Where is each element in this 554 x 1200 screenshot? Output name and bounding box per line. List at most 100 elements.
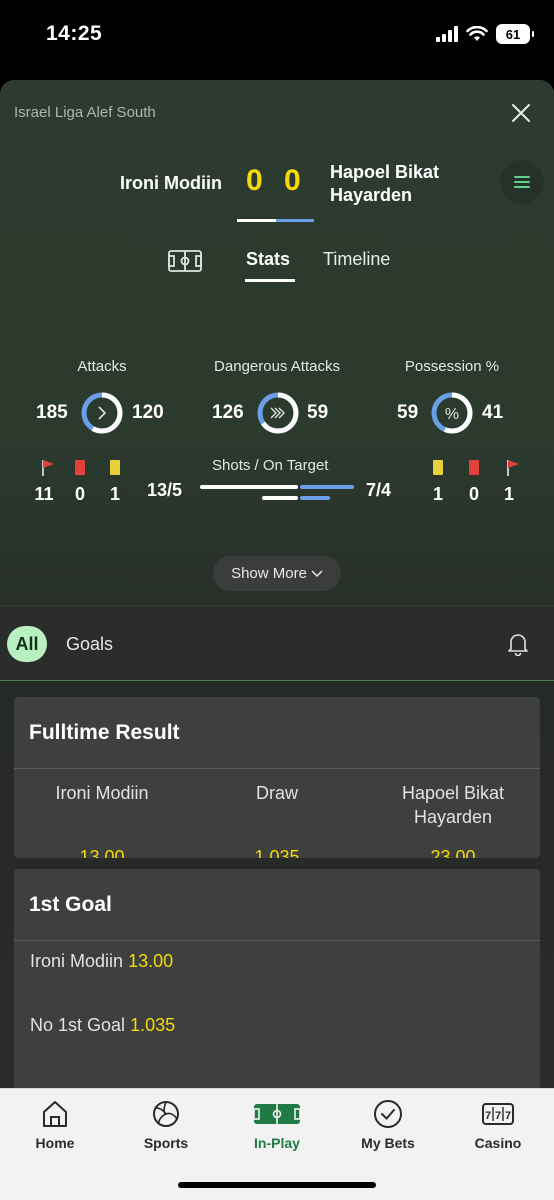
signal-icon bbox=[436, 26, 458, 42]
dangerous-attacks-ring bbox=[257, 392, 299, 434]
corner-flag-icon bbox=[42, 460, 54, 476]
away-yellow-cards: 1 bbox=[432, 484, 443, 504]
pitch-icon[interactable] bbox=[168, 250, 202, 272]
show-more-button[interactable]: Show More bbox=[213, 556, 341, 591]
market-first-goal: 1st Goal Ironi Modiin 13.00 No 1st Goal … bbox=[14, 869, 540, 1088]
nav-casino[interactable]: 7 7 7 Casino bbox=[443, 1099, 553, 1151]
possession-home: 59 bbox=[397, 402, 419, 423]
draw-odds[interactable]: 1.035 bbox=[189, 847, 365, 858]
shots-home: 13/5 bbox=[147, 480, 183, 500]
attacks-ring bbox=[81, 392, 123, 434]
red-card-icon bbox=[469, 460, 479, 475]
selection-odds[interactable]: 13.00 bbox=[128, 951, 173, 971]
home-red-cards: 0 bbox=[74, 484, 85, 504]
triple-chevron-icon bbox=[270, 407, 285, 419]
home-icon bbox=[43, 1101, 67, 1127]
first-goal-row-none[interactable]: No 1st Goal 1.035 bbox=[30, 1015, 175, 1036]
dangerous-attacks-home: 126 bbox=[212, 402, 244, 423]
market-filter-bar: All Goals bbox=[0, 605, 554, 681]
yellow-card-icon bbox=[110, 460, 120, 475]
svg-text:7: 7 bbox=[495, 1110, 501, 1122]
home-odds[interactable]: 13.00 bbox=[14, 847, 190, 858]
home-corners: 11 bbox=[34, 484, 54, 504]
fulltime-away-selection[interactable]: Hapoel Bikat Hayarden bbox=[365, 781, 540, 829]
shots-bar-home bbox=[200, 485, 299, 489]
nav-sports[interactable]: Sports bbox=[111, 1099, 221, 1151]
status-icons: 61 bbox=[436, 24, 534, 44]
close-icon[interactable] bbox=[508, 100, 534, 126]
away-corners: 1 bbox=[503, 484, 514, 504]
market-title: Fulltime Result bbox=[14, 697, 540, 769]
nav-inplay[interactable]: In-Play bbox=[222, 1099, 332, 1151]
away-red-cards: 0 bbox=[468, 484, 479, 504]
svg-text:7: 7 bbox=[485, 1110, 491, 1122]
checkmark-circle-icon bbox=[374, 1100, 402, 1128]
selection-name-line2: Hayarden bbox=[413, 807, 493, 827]
filter-all[interactable]: All bbox=[7, 626, 47, 662]
hamburger-icon bbox=[514, 176, 530, 188]
possession-away: 41 bbox=[482, 402, 504, 423]
market-fulltime-result: Fulltime Result Ironi Modiin Draw Hapoel… bbox=[14, 697, 540, 858]
status-time: 14:25 bbox=[46, 22, 103, 45]
red-card-icon bbox=[75, 460, 85, 475]
selection-name-line1: Hapoel Bikat bbox=[401, 783, 505, 803]
selection-name: Ironi Modiin bbox=[30, 951, 124, 971]
attacks-away: 120 bbox=[132, 402, 164, 423]
tab-stats-indicator bbox=[245, 279, 295, 282]
show-more-label: Show More bbox=[231, 565, 307, 582]
nav-label: Sports bbox=[143, 1135, 189, 1151]
attacks-home: 185 bbox=[36, 402, 68, 423]
home-indicator bbox=[178, 1182, 376, 1188]
volleyball-icon bbox=[153, 1101, 179, 1127]
nav-label: Home bbox=[35, 1135, 75, 1151]
shots-away: 7/4 bbox=[366, 480, 392, 500]
tab-stats[interactable]: Stats bbox=[246, 249, 290, 270]
attacks-label: Attacks bbox=[77, 358, 127, 375]
shots-label: Shots / On Target bbox=[212, 457, 329, 474]
selection-name: No 1st Goal bbox=[30, 1015, 126, 1035]
selection-name: Ironi Modiin bbox=[55, 783, 149, 803]
match-sheet: Israel Liga Alef South Ironi Modiin 0 0 … bbox=[0, 80, 554, 1088]
shots-bar-away bbox=[300, 485, 354, 489]
home-yellow-cards: 1 bbox=[109, 484, 120, 504]
chevron-down-icon bbox=[311, 569, 323, 577]
market-title: 1st Goal bbox=[14, 869, 540, 941]
away-odds[interactable]: 23.00 bbox=[365, 847, 540, 858]
away-team-name: Hapoel Bikat Hayarden bbox=[330, 161, 480, 207]
svg-text:7: 7 bbox=[505, 1110, 511, 1122]
fulltime-home-selection[interactable]: Ironi Modiin bbox=[14, 781, 190, 805]
percent-icon: % bbox=[445, 406, 459, 423]
on-target-bar-home bbox=[262, 496, 298, 500]
possession-ring: % bbox=[431, 392, 473, 434]
dangerous-attacks-away: 59 bbox=[307, 402, 329, 423]
possession-label: Possession % bbox=[404, 358, 500, 375]
nav-label: Casino bbox=[474, 1135, 522, 1151]
status-bar: 14:25 61 bbox=[0, 0, 554, 80]
corner-flag-icon bbox=[507, 460, 519, 476]
nav-home[interactable]: Home bbox=[0, 1099, 110, 1151]
on-target-bar-away bbox=[299, 496, 330, 500]
home-score: 0 bbox=[246, 164, 263, 197]
tab-timeline[interactable]: Timeline bbox=[323, 249, 390, 270]
home-team-name: Ironi Modiin bbox=[120, 173, 222, 193]
menu-button[interactable] bbox=[500, 160, 544, 204]
dangerous-attacks-label: Dangerous Attacks bbox=[214, 358, 340, 375]
pitch-icon bbox=[253, 1104, 301, 1124]
yellow-card-icon bbox=[433, 460, 443, 475]
away-team-line1: Hapoel Bikat bbox=[330, 162, 440, 182]
nav-label: My Bets bbox=[361, 1135, 415, 1151]
wifi-icon bbox=[466, 26, 488, 41]
battery-indicator: 61 bbox=[496, 24, 534, 44]
selection-name: Draw bbox=[255, 783, 298, 803]
filter-goals[interactable]: Goals bbox=[66, 634, 113, 655]
nav-mybets[interactable]: My Bets bbox=[333, 1099, 443, 1151]
nav-label: In-Play bbox=[254, 1135, 300, 1151]
selection-odds[interactable]: 1.035 bbox=[130, 1015, 175, 1035]
league-name: Israel Liga Alef South bbox=[14, 104, 156, 121]
fulltime-draw-selection[interactable]: Draw bbox=[189, 781, 365, 805]
away-team-line2: Hayarden bbox=[330, 185, 413, 205]
slot-machine-icon: 7 7 7 bbox=[482, 1103, 514, 1125]
score-underline bbox=[237, 219, 314, 222]
bell-icon[interactable] bbox=[507, 632, 529, 656]
first-goal-row-home[interactable]: Ironi Modiin 13.00 bbox=[30, 951, 173, 972]
